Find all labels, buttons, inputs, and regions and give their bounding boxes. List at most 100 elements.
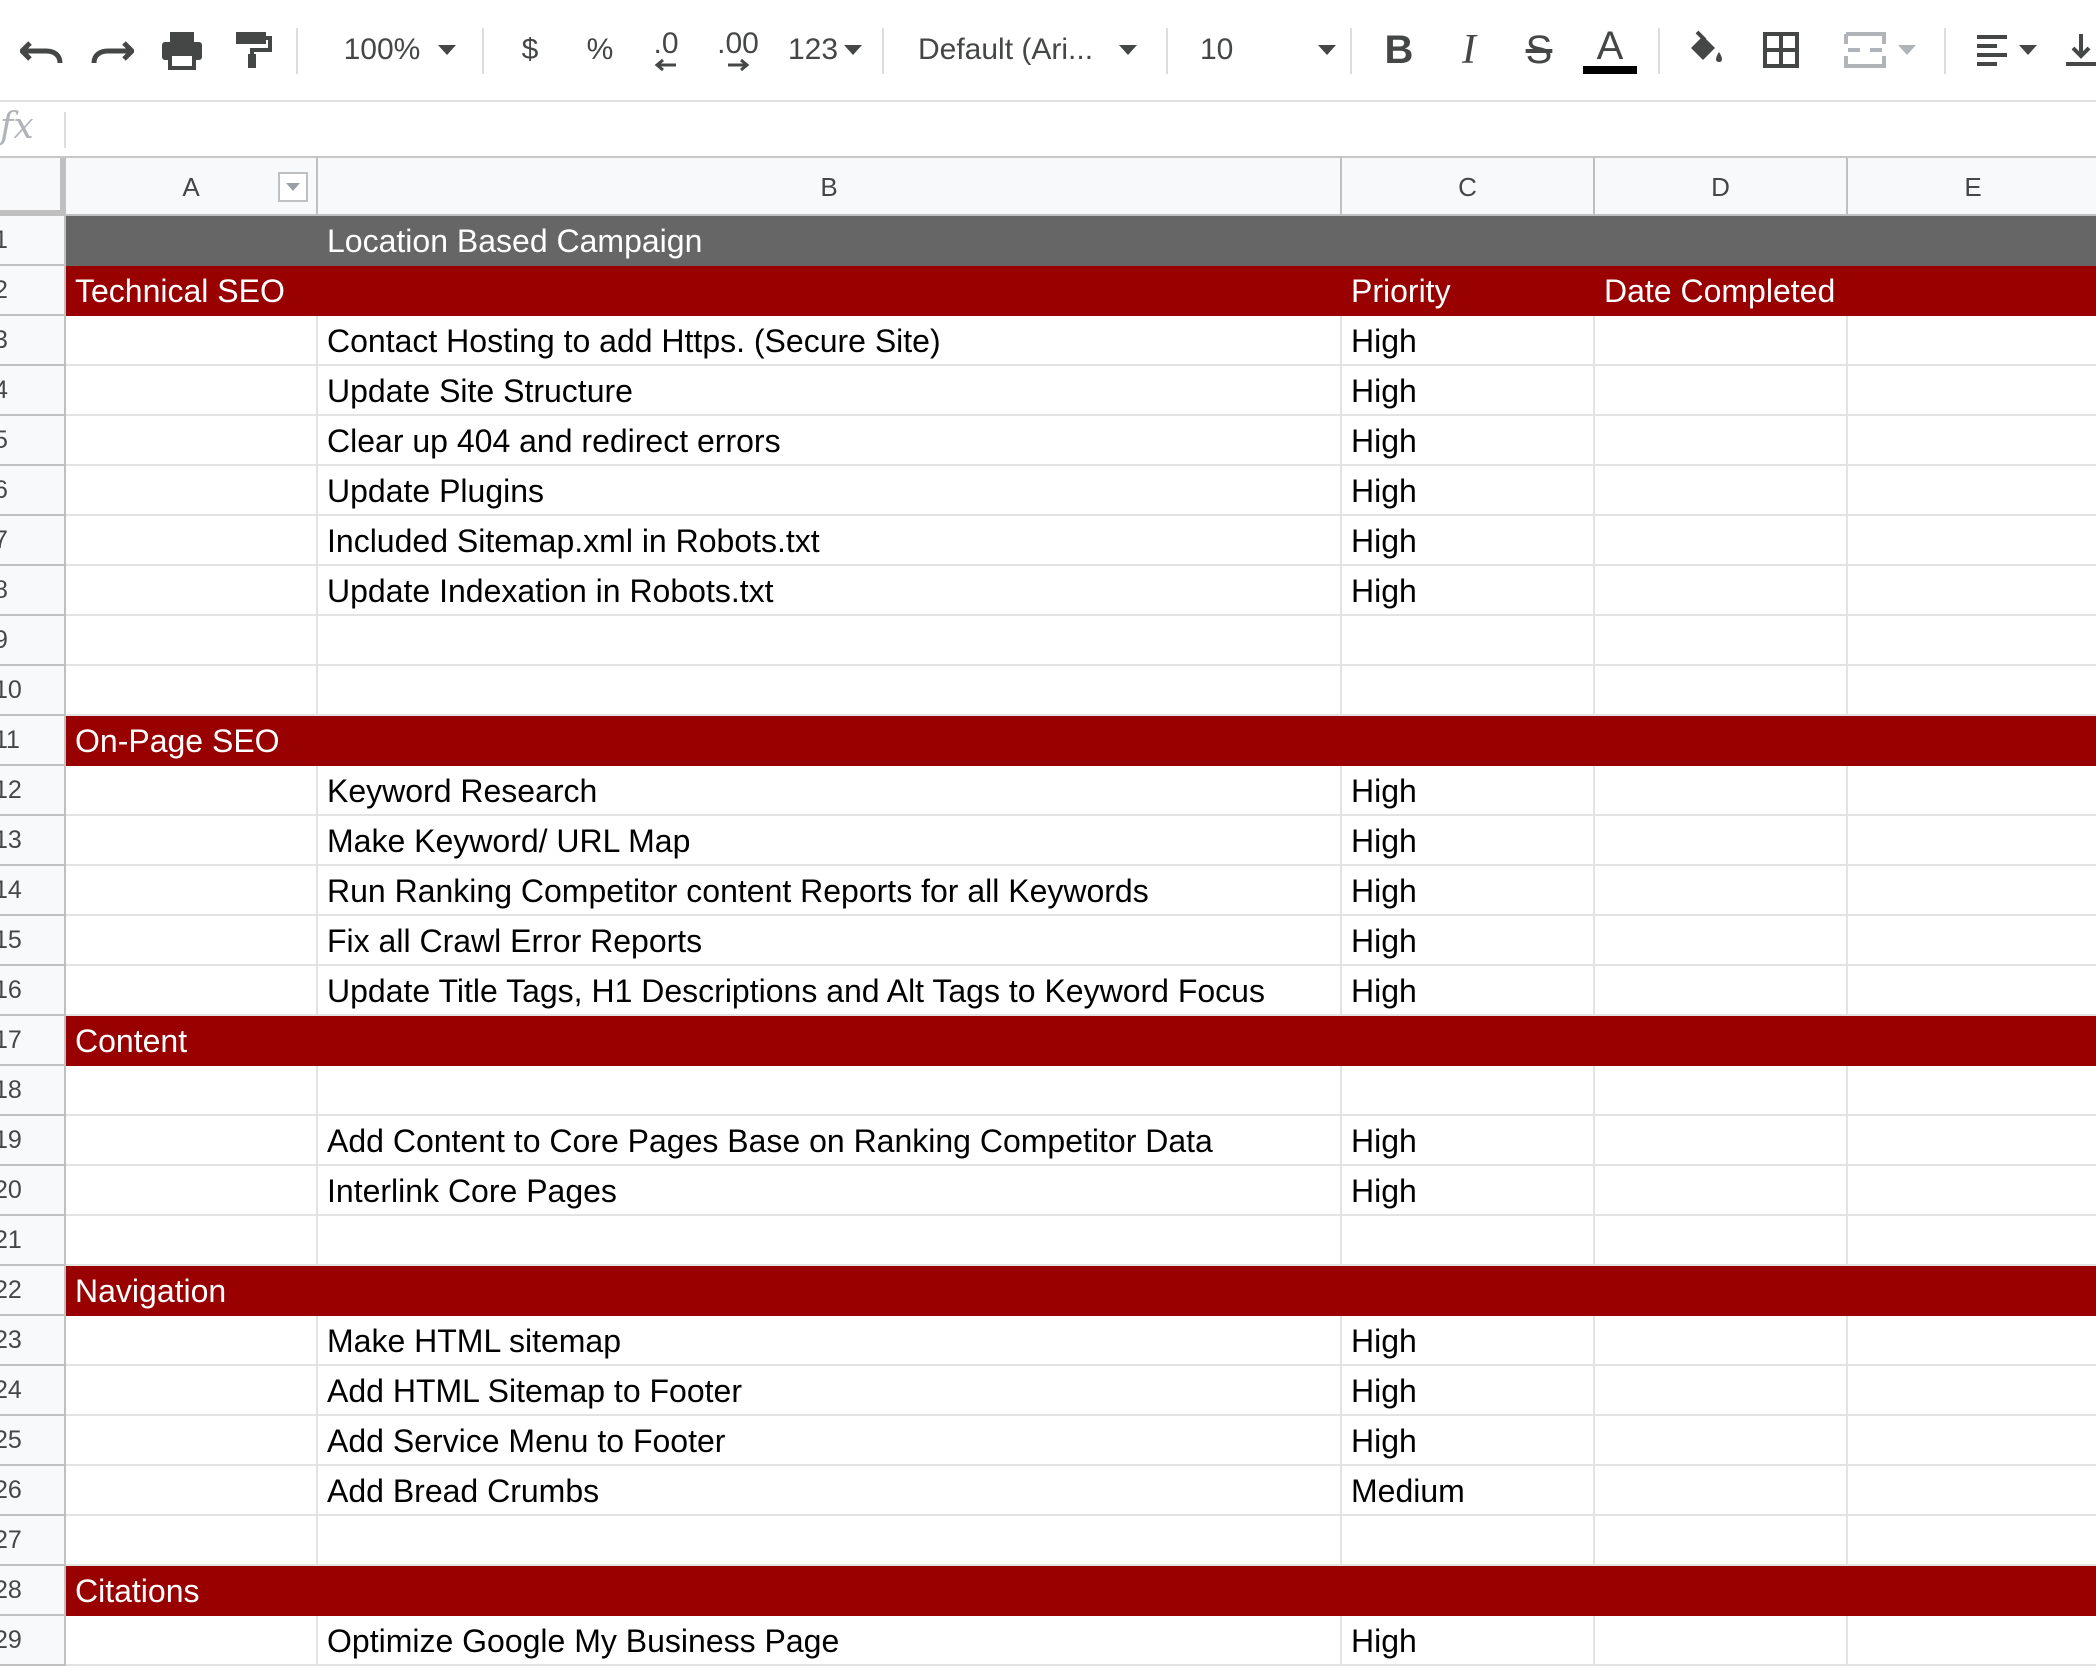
cell-c[interactable]: High [1342,516,1595,566]
cell-d[interactable] [1595,1566,1848,1616]
cell-d[interactable] [1595,316,1848,366]
cell-c[interactable] [1342,1266,1595,1316]
cell-e[interactable] [1848,366,2096,416]
cell-d[interactable] [1595,1166,1848,1216]
cell-e[interactable] [1848,1316,2096,1366]
cell-c[interactable]: High [1342,466,1595,516]
cell-c[interactable]: High [1342,416,1595,466]
row-number[interactable]: 11 [0,716,66,766]
cell-a[interactable]: Navigation [66,1266,318,1316]
cell-a[interactable] [66,516,318,566]
cell-a[interactable] [66,1516,318,1566]
cell-e[interactable] [1848,1516,2096,1566]
column-header-c[interactable]: C [1342,158,1595,216]
row-number[interactable]: 12 [0,766,66,816]
cell-c[interactable] [1342,216,1595,266]
row-number[interactable]: 28 [0,1566,66,1616]
cell-c[interactable]: High [1342,966,1595,1016]
print-button[interactable] [154,22,210,78]
row-number[interactable]: 27 [0,1516,66,1566]
cell-e[interactable] [1848,766,2096,816]
cell-d[interactable] [1595,616,1848,666]
cell-d[interactable] [1595,1316,1848,1366]
cell-e[interactable] [1848,566,2096,616]
cell-b[interactable]: Clear up 404 and redirect errors [318,416,1342,466]
row-number[interactable]: 13 [0,816,66,866]
row-number[interactable]: 14 [0,866,66,916]
cell-c[interactable] [1342,1216,1595,1266]
cell-a[interactable] [66,1116,318,1166]
cell-b[interactable]: Keyword Research [318,766,1342,816]
increase-decimal-button[interactable]: .00 [710,22,766,78]
cell-e[interactable] [1848,816,2096,866]
cell-d[interactable] [1595,1116,1848,1166]
cell-b[interactable]: Update Indexation in Robots.txt [318,566,1342,616]
cell-a[interactable]: On-Page SEO [66,716,318,766]
cell-b[interactable]: Add Service Menu to Footer [318,1416,1342,1466]
cell-c[interactable]: Medium [1342,1466,1595,1516]
row-number[interactable]: 29 [0,1616,66,1666]
column-header-a[interactable]: A [66,158,318,216]
cell-a[interactable] [66,416,318,466]
decrease-decimal-button[interactable]: .0 [640,22,692,78]
cell-b[interactable] [318,1016,1342,1066]
cell-b[interactable]: Update Plugins [318,466,1342,516]
undo-button[interactable] [14,22,70,78]
cell-a[interactable] [66,216,318,266]
cell-e[interactable] [1848,966,2096,1016]
cell-a[interactable] [66,566,318,616]
cell-d[interactable] [1595,516,1848,566]
cell-e[interactable] [1848,1366,2096,1416]
cell-e[interactable] [1848,466,2096,516]
percent-format-button[interactable]: % [578,22,622,78]
cell-c[interactable]: Priority [1342,266,1595,316]
cell-d[interactable] [1595,1616,1848,1666]
cell-d[interactable] [1595,1466,1848,1516]
cell-c[interactable] [1342,666,1595,716]
cell-c[interactable]: High [1342,566,1595,616]
row-number[interactable]: 6 [0,466,66,516]
cell-e[interactable] [1848,1416,2096,1466]
cell-a[interactable] [66,966,318,1016]
cell-e[interactable] [1848,1116,2096,1166]
cell-e[interactable] [1848,416,2096,466]
cell-b[interactable] [318,1266,1342,1316]
column-header-b[interactable]: B [318,158,1342,216]
cell-e[interactable] [1848,616,2096,666]
cell-a[interactable]: Technical SEO [66,266,318,316]
cell-b[interactable] [318,716,1342,766]
cell-e[interactable] [1848,1216,2096,1266]
cell-c[interactable] [1342,1516,1595,1566]
cell-b[interactable]: Add Content to Core Pages Base on Rankin… [318,1116,1342,1166]
cell-d[interactable] [1595,1366,1848,1416]
cell-b[interactable]: Update Site Structure [318,366,1342,416]
bold-button[interactable]: B [1376,22,1422,78]
cell-b[interactable]: Included Sitemap.xml in Robots.txt [318,516,1342,566]
cell-d[interactable] [1595,1016,1848,1066]
text-color-button[interactable]: A [1580,22,1640,78]
cell-d[interactable] [1595,966,1848,1016]
cell-a[interactable]: Content [66,1016,318,1066]
cell-d[interactable] [1595,916,1848,966]
more-formats-button[interactable]: 123 [780,22,870,78]
cell-b[interactable]: Update Title Tags, H1 Descriptions and A… [318,966,1342,1016]
font-family-select[interactable]: Default (Ari... [918,22,1148,78]
cell-c[interactable]: High [1342,316,1595,366]
cell-e[interactable] [1848,516,2096,566]
cell-b[interactable]: Location Based Campaign [318,216,1342,266]
cell-a[interactable] [66,1066,318,1116]
row-number[interactable]: 20 [0,1166,66,1216]
cell-c[interactable]: High [1342,1316,1595,1366]
cell-b[interactable] [318,1566,1342,1616]
cell-b[interactable] [318,616,1342,666]
row-number[interactable]: 9 [0,616,66,666]
cell-a[interactable] [66,616,318,666]
cell-b[interactable]: Contact Hosting to add Https. (Secure Si… [318,316,1342,366]
row-number[interactable]: 2 [0,266,66,316]
cell-a[interactable]: Citations [66,1566,318,1616]
cell-a[interactable] [66,366,318,416]
cell-a[interactable] [66,1466,318,1516]
merge-cells-button[interactable] [1830,22,1930,78]
cell-a[interactable] [66,866,318,916]
cell-b[interactable] [318,1216,1342,1266]
